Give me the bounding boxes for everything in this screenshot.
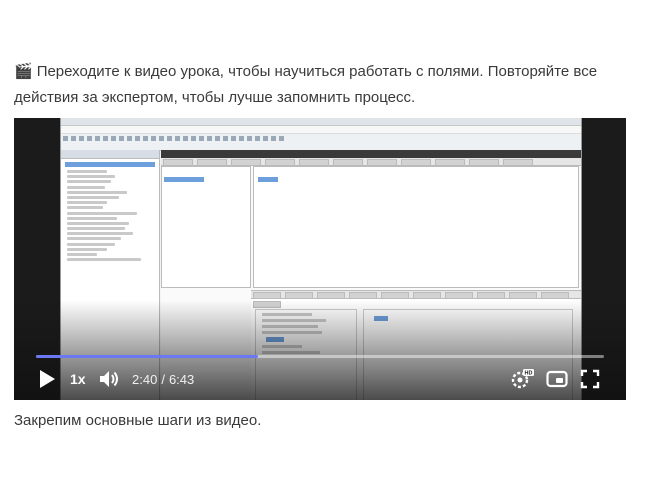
volume-button[interactable] xyxy=(98,368,120,390)
lesson-summary-text: Закрепим основные шаги из видео. xyxy=(14,412,262,429)
video-progress-bar[interactable] xyxy=(36,355,604,358)
current-time: 2:40 xyxy=(132,371,158,387)
miniplayer-icon[interactable] xyxy=(546,370,568,388)
play-button[interactable] xyxy=(38,368,56,390)
time-separator: / xyxy=(161,371,165,387)
clapper-board-icon: 🎬 xyxy=(14,63,33,80)
hd-settings-icon[interactable]: HD xyxy=(510,368,534,390)
video-progress-fill xyxy=(36,355,258,358)
volume-icon[interactable] xyxy=(98,369,120,389)
fullscreen-icon[interactable] xyxy=(580,369,600,389)
hd-settings-button[interactable]: HD xyxy=(510,368,534,390)
duration: 6:43 xyxy=(168,371,195,387)
play-icon[interactable] xyxy=(38,369,56,389)
svg-text:HD: HD xyxy=(525,371,533,377)
video-window-titlebar xyxy=(61,118,581,126)
video-player[interactable]: 1x 2:40 / 6:43 HD xyxy=(14,118,626,400)
lesson-intro: 🎬 Переходите к видео урока, чтобы научить… xyxy=(14,59,646,111)
time-display: 2:40 / 6:43 xyxy=(132,368,194,390)
speed-button[interactable]: 1x xyxy=(70,368,86,390)
speed-label[interactable]: 1x xyxy=(70,371,86,387)
fullscreen-button[interactable] xyxy=(580,368,600,390)
lesson-intro-text: Переходите к видео урока, чтобы научитьс… xyxy=(14,63,598,106)
video-window-menubar xyxy=(61,126,581,134)
miniplayer-button[interactable] xyxy=(546,368,568,390)
video-window-toolbar xyxy=(61,134,581,151)
